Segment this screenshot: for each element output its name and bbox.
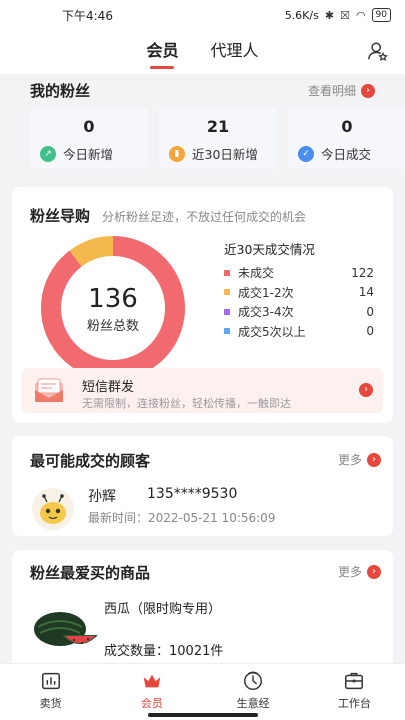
customer-name: 孙辉 xyxy=(88,489,116,505)
likely-customer-title: 最可能成交的顾客 xyxy=(30,452,151,470)
fans-donut-chart: 136 粉丝总数 xyxy=(41,236,185,380)
trend-icon: ↗ xyxy=(40,145,56,162)
product-image-watermelon[interactable] xyxy=(32,605,100,655)
legend-label: 成交5次以上 xyxy=(238,324,306,339)
check-icon: ✓ xyxy=(298,145,314,162)
message-icon xyxy=(35,378,63,402)
status-time: 下午4:46 xyxy=(62,8,113,23)
battery-icon: 90 xyxy=(371,8,391,22)
my-fans-section: 我的粉丝 查看明细 › 0 ↗ 今日新增 21 ▮ 近30日新增 0 ✓ 今日成… xyxy=(0,74,405,176)
legend-item: 成交1-2次 14 xyxy=(224,283,374,303)
donut-segment-1 xyxy=(69,236,114,267)
legend-swatch xyxy=(224,289,230,296)
nav-label: 生意经 xyxy=(236,697,270,710)
stat-card-today-deal[interactable]: 0 ✓ 今日成交 xyxy=(288,107,405,169)
fans-total-label: 粉丝总数 xyxy=(87,319,139,334)
stat-card-today-new[interactable]: 0 ↗ 今日新增 xyxy=(30,107,148,169)
chevron-right-icon: › xyxy=(367,564,381,579)
products-more-link[interactable]: 更多 › xyxy=(338,563,381,580)
sms-subtitle: 无需限制，连接粉丝，轻松传播，一触即达 xyxy=(82,397,291,410)
nav-item-members[interactable]: 会员 xyxy=(101,664,202,720)
legend-item: 未成交 122 xyxy=(224,263,374,283)
chevron-right-icon: › xyxy=(361,83,375,98)
legend-value: 122 xyxy=(351,265,374,280)
status-icons: 5.6K/s ✱ ☒ ◠ 90 xyxy=(285,8,391,22)
legend-value: 14 xyxy=(358,285,374,300)
legend-label: 成交1-2次 xyxy=(238,285,294,300)
legend-label: 成交3-4次 xyxy=(238,305,294,320)
fans-total-value: 136 xyxy=(88,284,138,314)
stat-label: 今日新增 xyxy=(63,147,114,162)
legend-item: 成交5次以上 0 xyxy=(224,322,374,342)
fan-guide-section: 粉丝导购 分析粉丝足迹，不放过任何成交的机会 136 粉丝总数 近30天成交情况… xyxy=(12,187,393,423)
likely-customer-section: 最可能成交的顾客 更多 › 孙辉 135****9530 最新时间：2022-0… xyxy=(12,436,393,536)
legend-swatch xyxy=(224,308,230,315)
my-fans-title: 我的粉丝 xyxy=(30,82,91,100)
legend-item: 成交3-4次 0 xyxy=(224,302,374,322)
favorite-products-title: 粉丝最爱买的商品 xyxy=(30,564,151,582)
workbench-icon xyxy=(345,672,364,690)
nav-item-sales[interactable]: 卖货 xyxy=(0,664,101,720)
view-details-label: 查看明细 xyxy=(307,84,356,98)
stat-label: 今日成交 xyxy=(321,147,372,162)
tab-agents[interactable]: 代理人 xyxy=(211,37,259,67)
deal-legend: 未成交 122 成交1-2次 14 成交3-4次 0 成交5次以上 0 xyxy=(224,263,374,341)
more-label: 更多 xyxy=(337,453,362,467)
tab-members[interactable]: 会员 xyxy=(146,37,178,67)
net-speed: 5.6K/s xyxy=(284,8,319,22)
customer-last-time: 最新时间：2022-05-21 10:56:09 xyxy=(88,511,276,525)
top-nav: 会员 代理人 xyxy=(0,30,405,74)
avatar xyxy=(32,488,74,530)
fan-guide-subtitle: 分析粉丝足迹，不放过任何成交的机会 xyxy=(102,210,307,224)
stat-card-30day-new[interactable]: 21 ▮ 近30日新增 xyxy=(159,107,277,169)
nav-label: 会员 xyxy=(140,697,163,710)
legend-swatch xyxy=(224,269,230,276)
stat-label: 近30日新增 xyxy=(192,147,258,162)
legend-value: 0 xyxy=(366,324,374,339)
status-bar: 下午4:46 5.6K/s ✱ ☒ ◠ 90 xyxy=(0,0,405,30)
stat-value: 0 xyxy=(83,117,95,136)
legend-label: 未成交 xyxy=(238,266,275,281)
product-quantity: 成交数量：10021件 xyxy=(104,644,224,659)
favorite-products-section: 粉丝最爱买的商品 更多 › 西瓜（限时购专用） 成交数量：10021件 xyxy=(12,550,393,675)
bluetooth-icon: ✱ xyxy=(324,8,335,22)
home-indicator xyxy=(148,713,258,717)
nav-item-business[interactable]: 生意经 xyxy=(203,664,304,720)
chevron-right-icon: › xyxy=(359,383,373,397)
stat-value: 0 xyxy=(341,117,353,136)
sim-icon: ☒ xyxy=(340,8,350,22)
customer-more-link[interactable]: 更多 › xyxy=(338,451,381,468)
sms-broadcast-banner[interactable]: 短信群发 无需限制，连接粉丝，轻松传播，一触即达 › xyxy=(22,368,383,413)
stat-value: 21 xyxy=(206,117,230,136)
chevron-right-icon: › xyxy=(367,452,381,467)
legend-value: 0 xyxy=(366,304,374,319)
view-details-link[interactable]: 查看明细 › xyxy=(308,82,375,99)
legend-title: 近30天成交情况 xyxy=(224,242,315,257)
legend-swatch xyxy=(224,328,230,335)
more-label: 更多 xyxy=(337,565,362,579)
wifi-icon: ◠ xyxy=(355,8,366,22)
bottom-nav: 卖货 会员 生意经 工作台 xyxy=(0,663,405,720)
nav-item-workbench[interactable]: 工作台 xyxy=(304,664,405,720)
crown-icon xyxy=(143,674,161,688)
business-icon xyxy=(244,671,263,690)
fan-guide-title: 粉丝导购 xyxy=(30,207,91,225)
product-name: 西瓜（限时购专用） xyxy=(104,602,222,617)
sales-icon xyxy=(41,672,60,690)
user-settings-icon[interactable] xyxy=(367,40,389,62)
nav-label: 工作台 xyxy=(337,697,371,710)
customer-phone: 135****9530 xyxy=(147,486,238,502)
sms-title: 短信群发 xyxy=(82,380,135,395)
nav-label: 卖货 xyxy=(39,697,62,710)
bar-chart-icon: ▮ xyxy=(169,145,185,162)
